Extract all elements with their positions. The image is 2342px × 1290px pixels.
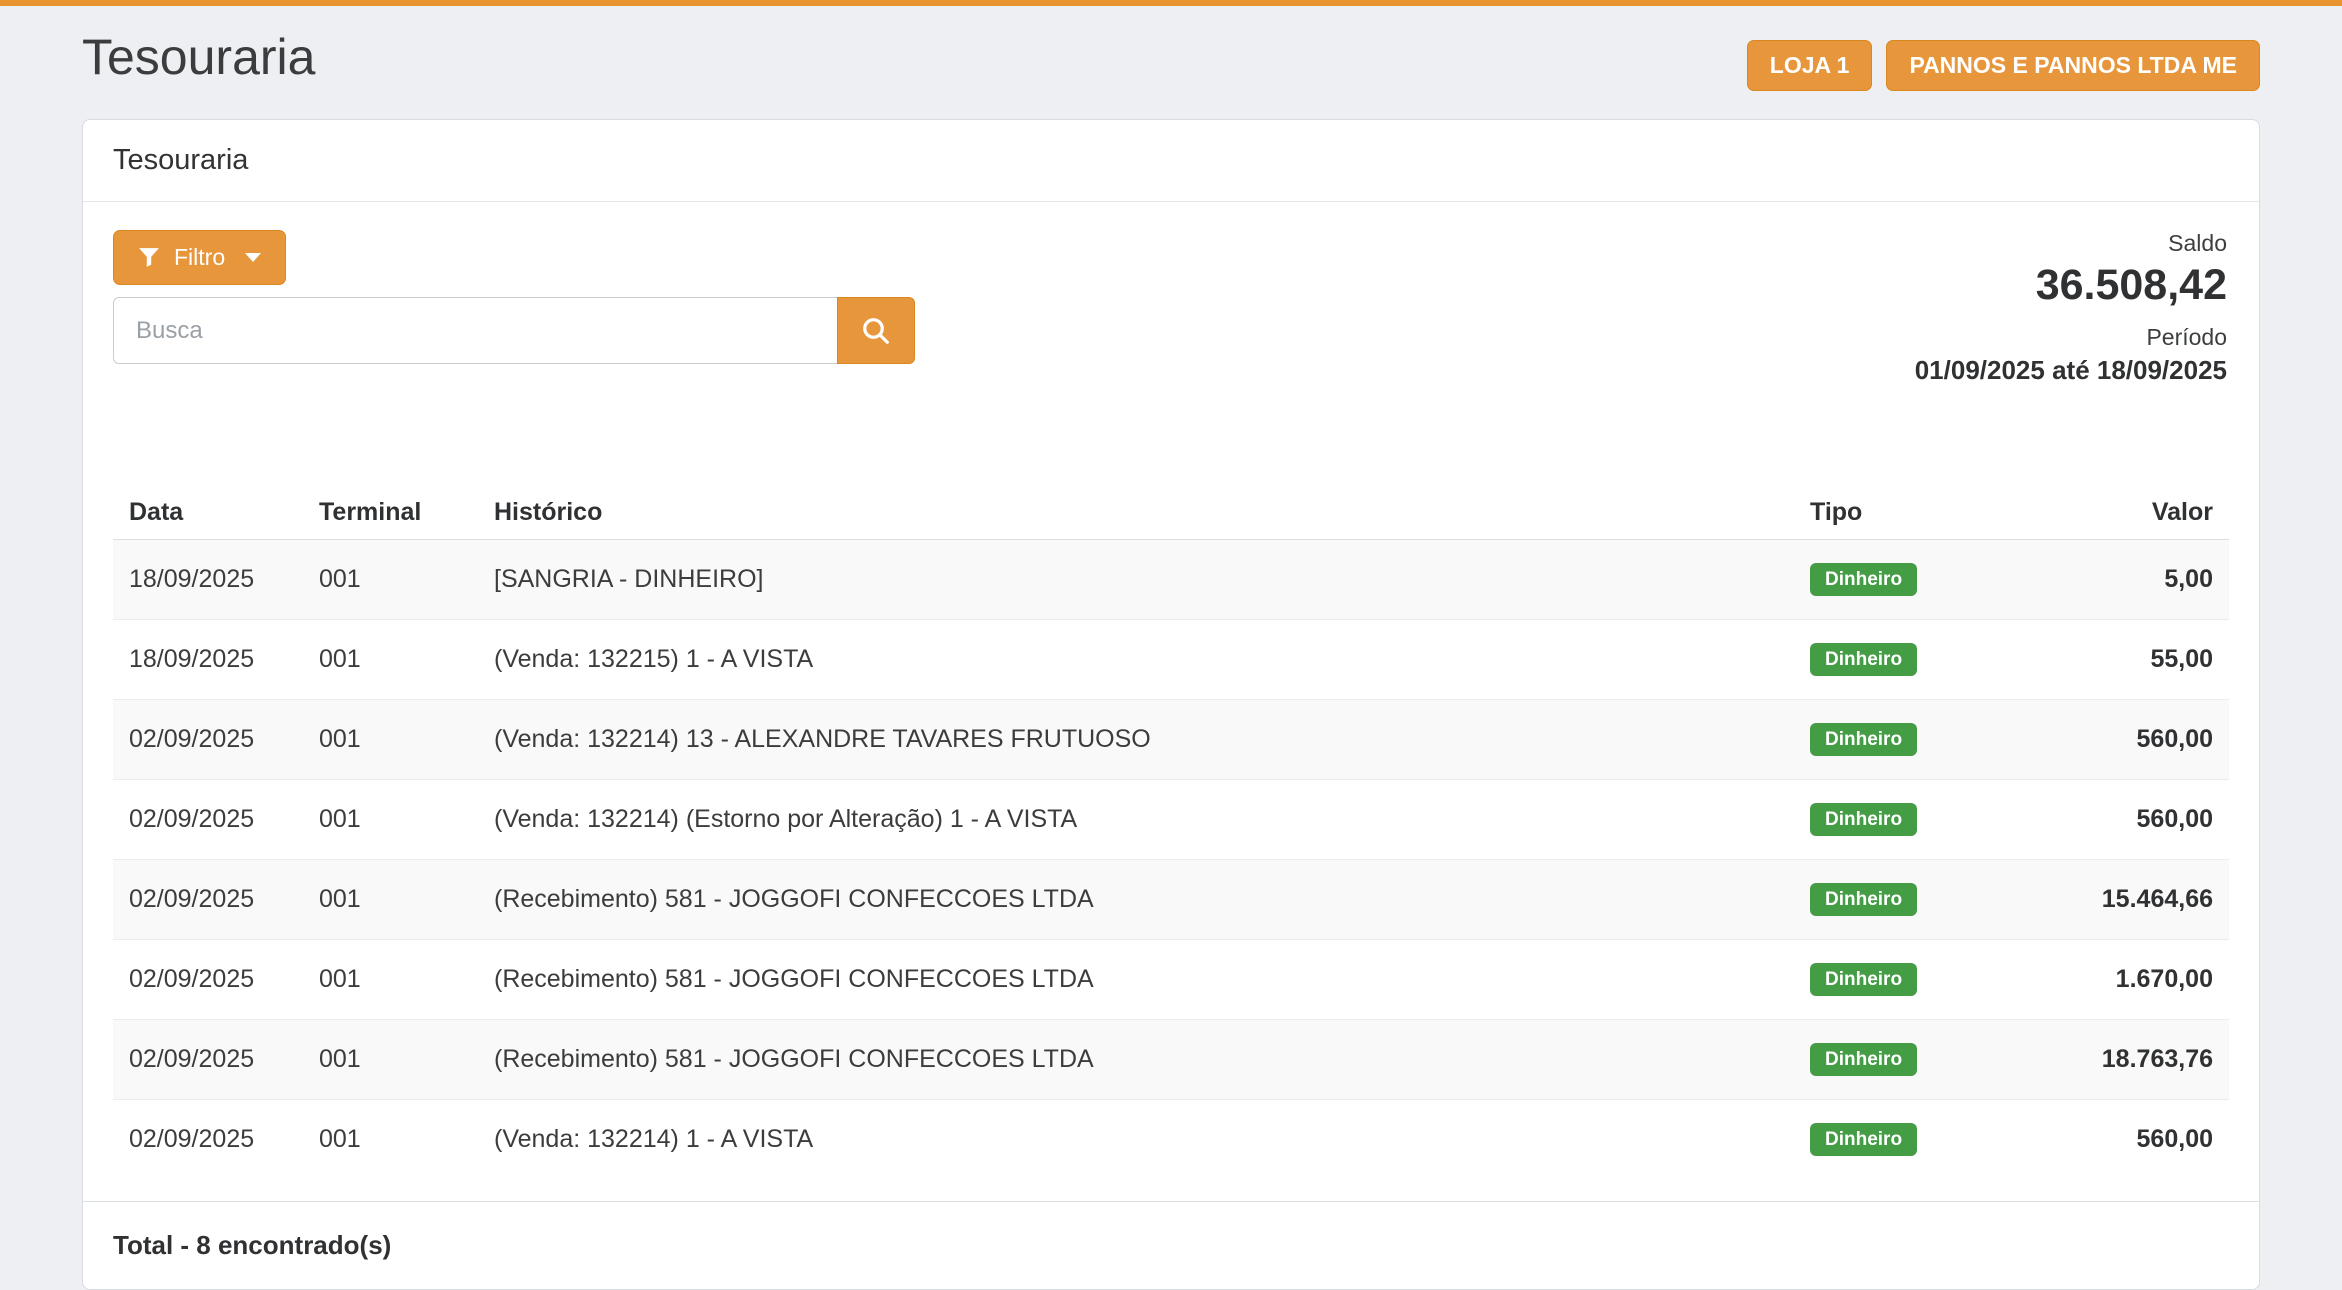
cell-data: 02/09/2025 [113, 700, 303, 780]
cell-valor: 5,00 [2024, 540, 2229, 620]
cell-valor: 18.763,76 [2024, 1020, 2229, 1100]
tipo-badge: Dinheiro [1810, 803, 1917, 836]
cell-historico: (Recebimento) 581 - JOGGOFI CONFECCOES L… [478, 860, 1794, 940]
table-row[interactable]: 02/09/2025 001 (Recebimento) 581 - JOGGO… [113, 1020, 2229, 1100]
column-header-terminal: Terminal [303, 486, 478, 540]
company-button[interactable]: PANNOS E PANNOS LTDA ME [1886, 40, 2260, 91]
table-row[interactable]: 18/09/2025 001 [SANGRIA - DINHEIRO] Dinh… [113, 540, 2229, 620]
search-group [113, 297, 915, 364]
search-input[interactable] [113, 297, 837, 364]
cell-valor: 560,00 [2024, 780, 2229, 860]
cell-valor: 1.670,00 [2024, 940, 2229, 1020]
tipo-badge: Dinheiro [1810, 563, 1917, 596]
cell-valor: 55,00 [2024, 620, 2229, 700]
cell-terminal: 001 [303, 620, 478, 700]
cell-terminal: 001 [303, 940, 478, 1020]
cell-terminal: 001 [303, 860, 478, 940]
cell-data: 02/09/2025 [113, 1100, 303, 1180]
cell-tipo: Dinheiro [1794, 1100, 2024, 1180]
periodo-label: Período [1915, 324, 2227, 351]
cell-data: 02/09/2025 [113, 780, 303, 860]
cell-data: 02/09/2025 [113, 940, 303, 1020]
table-row[interactable]: 02/09/2025 001 (Venda: 132214) 13 - ALEX… [113, 700, 2229, 780]
cell-historico: (Venda: 132214) 13 - ALEXANDRE TAVARES F… [478, 700, 1794, 780]
saldo-label: Saldo [1915, 230, 2227, 257]
column-header-valor: Valor [2024, 486, 2229, 540]
filter-dropdown-button[interactable]: Filtro [113, 230, 286, 285]
cell-valor: 560,00 [2024, 1100, 2229, 1180]
transactions-table: Data Terminal Histórico Tipo Valor 18/09… [113, 486, 2229, 1179]
cell-tipo: Dinheiro [1794, 620, 2024, 700]
cell-valor: 15.464,66 [2024, 860, 2229, 940]
cell-historico: (Recebimento) 581 - JOGGOFI CONFECCOES L… [478, 1020, 1794, 1100]
toolbar: Filtro Saldo 36.508,42 [113, 230, 2229, 386]
tipo-badge: Dinheiro [1810, 643, 1917, 676]
cell-tipo: Dinheiro [1794, 860, 2024, 940]
cell-data: 02/09/2025 [113, 860, 303, 940]
table-row[interactable]: 02/09/2025 001 (Recebimento) 581 - JOGGO… [113, 940, 2229, 1020]
filter-icon [138, 247, 160, 269]
cell-terminal: 001 [303, 1020, 478, 1100]
cell-historico: (Venda: 132214) (Estorno por Alteração) … [478, 780, 1794, 860]
cell-terminal: 001 [303, 1100, 478, 1180]
table-row[interactable]: 02/09/2025 001 (Recebimento) 581 - JOGGO… [113, 860, 2229, 940]
column-header-tipo: Tipo [1794, 486, 2024, 540]
page-header: Tesouraria LOJA 1 PANNOS E PANNOS LTDA M… [0, 6, 2342, 91]
cell-historico: [SANGRIA - DINHEIRO] [478, 540, 1794, 620]
summary-panel: Saldo 36.508,42 Período 01/09/2025 até 1… [1915, 230, 2229, 386]
cell-valor: 560,00 [2024, 700, 2229, 780]
cell-data: 02/09/2025 [113, 1020, 303, 1100]
cell-historico: (Venda: 132215) 1 - A VISTA [478, 620, 1794, 700]
tipo-badge: Dinheiro [1810, 963, 1917, 996]
cell-tipo: Dinheiro [1794, 1020, 2024, 1100]
cell-terminal: 001 [303, 780, 478, 860]
search-icon [861, 316, 891, 346]
table-body: 18/09/2025 001 [SANGRIA - DINHEIRO] Dinh… [113, 540, 2229, 1180]
saldo-value: 36.508,42 [1915, 261, 2227, 310]
column-header-data: Data [113, 486, 303, 540]
cell-tipo: Dinheiro [1794, 700, 2024, 780]
tipo-badge: Dinheiro [1810, 1123, 1917, 1156]
tipo-badge: Dinheiro [1810, 883, 1917, 916]
cell-historico: (Recebimento) 581 - JOGGOFI CONFECCOES L… [478, 940, 1794, 1020]
cell-tipo: Dinheiro [1794, 780, 2024, 860]
toolbar-left: Filtro [113, 230, 915, 364]
cell-tipo: Dinheiro [1794, 940, 2024, 1020]
tipo-badge: Dinheiro [1810, 723, 1917, 756]
store-button[interactable]: LOJA 1 [1747, 40, 1873, 91]
tesouraria-card: Tesouraria Filtro [82, 119, 2260, 1290]
chevron-down-icon [245, 253, 261, 262]
cell-terminal: 001 [303, 700, 478, 780]
header-buttons: LOJA 1 PANNOS E PANNOS LTDA ME [1747, 40, 2260, 91]
card-body: Filtro Saldo 36.508,42 [83, 202, 2259, 1179]
periodo-value: 01/09/2025 até 18/09/2025 [1915, 355, 2227, 386]
tipo-badge: Dinheiro [1810, 1043, 1917, 1076]
column-header-historico: Histórico [478, 486, 1794, 540]
total-footer: Total - 8 encontrado(s) [83, 1201, 2259, 1289]
table-row[interactable]: 02/09/2025 001 (Venda: 132214) 1 - A VIS… [113, 1100, 2229, 1180]
table-row[interactable]: 02/09/2025 001 (Venda: 132214) (Estorno … [113, 780, 2229, 860]
cell-historico: (Venda: 132214) 1 - A VISTA [478, 1100, 1794, 1180]
table-header-row: Data Terminal Histórico Tipo Valor [113, 486, 2229, 540]
page-title: Tesouraria [82, 28, 315, 86]
cell-terminal: 001 [303, 540, 478, 620]
card-title: Tesouraria [83, 120, 2259, 202]
filter-label: Filtro [174, 244, 225, 271]
table-row[interactable]: 18/09/2025 001 (Venda: 132215) 1 - A VIS… [113, 620, 2229, 700]
cell-data: 18/09/2025 [113, 620, 303, 700]
cell-tipo: Dinheiro [1794, 540, 2024, 620]
cell-data: 18/09/2025 [113, 540, 303, 620]
search-button[interactable] [837, 297, 915, 364]
